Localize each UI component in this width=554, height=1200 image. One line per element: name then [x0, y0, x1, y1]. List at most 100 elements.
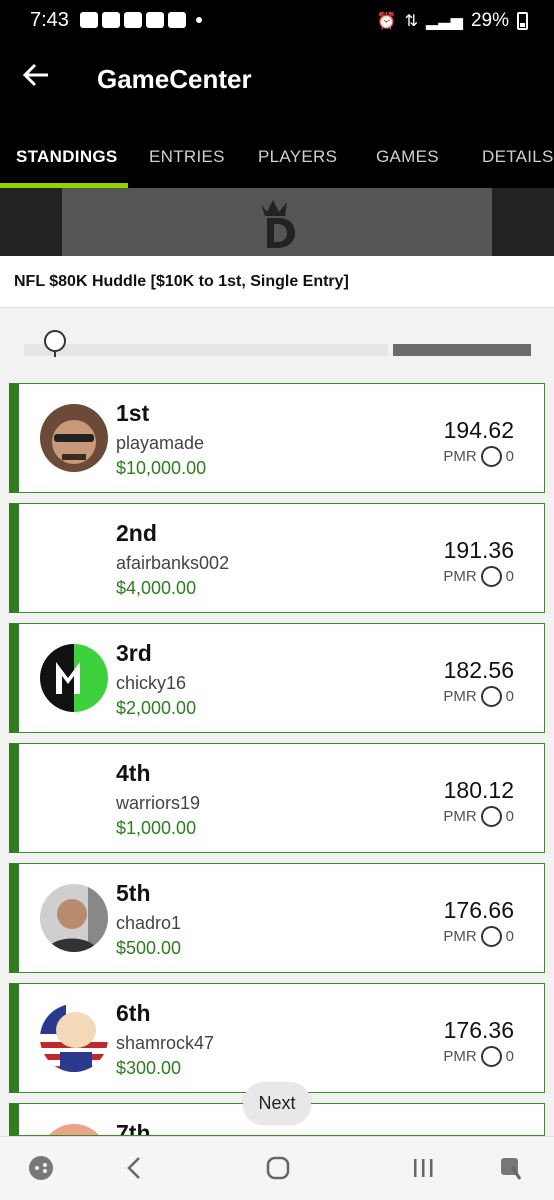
- pmr-value: 0: [505, 688, 514, 705]
- notification-icons: [80, 12, 202, 28]
- contest-name: NFL $80K Huddle [$10K to 1st, Single Ent…: [14, 273, 349, 290]
- fantasy-points: 194.62: [443, 417, 514, 443]
- pmr-indicator: PMR 0: [443, 446, 514, 467]
- username: afairbanks002: [116, 553, 230, 573]
- message-icon: [80, 12, 98, 28]
- standing-row-5[interactable]: 5th chadro1 $500.00 176.66 PMR 0: [9, 863, 545, 973]
- banner-image: [62, 188, 492, 256]
- slider-handle[interactable]: [44, 330, 66, 352]
- pmr-label: PMR: [443, 688, 477, 705]
- facebook-icon: [102, 12, 120, 28]
- rank: 2nd: [116, 520, 157, 546]
- tab-details[interactable]: DETAILS: [482, 147, 554, 167]
- pmr-ring-icon: [480, 446, 502, 467]
- avatar: [40, 1004, 108, 1072]
- fantasy-points: 176.66: [443, 897, 514, 923]
- tab-entries[interactable]: ENTRIES: [149, 147, 225, 167]
- fantasy-points: 182.56: [443, 657, 514, 683]
- pmr-ring-icon: [480, 686, 502, 707]
- pmr-ring-icon: [480, 806, 502, 827]
- pmr-indicator: PMR 0: [443, 686, 514, 707]
- rank: 3rd: [116, 640, 152, 666]
- pmr-ring-icon: [480, 566, 502, 587]
- pmr-ring-icon: [480, 1046, 502, 1067]
- username: chicky16: [116, 673, 187, 693]
- standings-slider[interactable]: [0, 318, 554, 368]
- alarm-icon: ⏰: [376, 13, 397, 30]
- username: playamade: [116, 433, 205, 453]
- back-arrow-icon[interactable]: [22, 60, 62, 100]
- username: shamrock47: [116, 1033, 215, 1053]
- prize-amount: $10,000.00: [116, 458, 207, 478]
- pmr-label: PMR: [443, 928, 477, 945]
- game-launcher-icon[interactable]: [28, 1155, 54, 1185]
- system-nav-bar: [0, 1136, 554, 1200]
- rank: 5th: [116, 880, 151, 906]
- accessibility-icon[interactable]: [498, 1155, 524, 1185]
- data-icon: ⇅: [404, 13, 419, 30]
- tab-players[interactable]: PLAYERS: [258, 147, 337, 167]
- signal-icon: ▂▃▅: [426, 13, 463, 30]
- standing-row-4[interactable]: 4th warriors19 $1,000.00 180.12 PMR 0: [9, 743, 545, 853]
- username: chadro1: [116, 913, 182, 933]
- status-time: 7:43: [30, 9, 69, 31]
- status-right: ⏰ ⇅ ▂▃▅ 29%: [377, 10, 528, 32]
- pmr-value: 0: [505, 1048, 514, 1065]
- slider-track[interactable]: [24, 344, 388, 356]
- tab-games[interactable]: GAMES: [376, 147, 439, 167]
- prize-amount: $500.00: [116, 938, 182, 958]
- standing-row-6[interactable]: 6th shamrock47 $300.00 176.36 PMR 0: [9, 983, 545, 1093]
- fantasy-points: 180.12: [443, 777, 514, 803]
- tab-bar: STANDINGS ENTRIES PLAYERS GAMES DETAILS: [0, 124, 554, 188]
- pmr-indicator: PMR 0: [443, 566, 514, 587]
- pmr-label: PMR: [443, 808, 477, 825]
- status-bar: 7:43 ⏰ ⇅ ▂▃▅ 29%: [0, 0, 554, 44]
- rank: 6th: [116, 1000, 151, 1026]
- rank: 1st: [116, 400, 150, 426]
- youtube-icon: [146, 12, 164, 28]
- tab-standings[interactable]: STANDINGS: [16, 147, 118, 167]
- app-bar: GameCenter: [0, 44, 554, 124]
- standing-row-1[interactable]: 1st playamade $10,000.00 194.62 PMR 0: [9, 383, 545, 493]
- battery-icon: [517, 12, 528, 30]
- rank: 4th: [116, 760, 151, 786]
- page-title: GameCenter: [97, 64, 252, 94]
- avatar: [40, 404, 108, 472]
- pmr-label: PMR: [443, 448, 477, 465]
- more-notifications-icon: [196, 17, 202, 23]
- rank: 7th: [116, 1120, 151, 1136]
- pmr-indicator: PMR 0: [443, 806, 514, 827]
- prize-amount: $2,000.00: [116, 698, 197, 718]
- pmr-value: 0: [505, 448, 514, 465]
- youtube-icon: [168, 12, 186, 28]
- pmr-indicator: PMR 0: [443, 1046, 514, 1067]
- fantasy-points: 191.36: [443, 537, 514, 563]
- back-nav-icon[interactable]: [124, 1155, 144, 1185]
- avatar: [40, 644, 108, 712]
- pmr-value: 0: [505, 808, 514, 825]
- home-nav-icon[interactable]: [265, 1155, 291, 1185]
- pmr-value: 0: [505, 568, 514, 585]
- prize-amount: $1,000.00: [116, 818, 197, 838]
- fantasy-points: 176.36: [443, 1017, 514, 1043]
- recent-apps-icon[interactable]: [410, 1155, 436, 1185]
- prize-amount: $300.00: [116, 1058, 182, 1078]
- draftkings-logo-icon: [261, 200, 295, 248]
- next-button[interactable]: Next: [243, 1082, 311, 1124]
- slider-track-end: [393, 344, 531, 356]
- avatar: [40, 1124, 108, 1135]
- standing-row-3[interactable]: 3rd chicky16 $2,000.00 182.56 PMR 0: [9, 623, 545, 733]
- battery-percent: 29%: [470, 10, 509, 31]
- pmr-label: PMR: [443, 1048, 477, 1065]
- contest-banner: [0, 188, 554, 256]
- prize-amount: $4,000.00: [116, 578, 197, 598]
- pmr-ring-icon: [480, 926, 502, 947]
- contest-header: NFL $80K Huddle [$10K to 1st, Single Ent…: [0, 256, 554, 308]
- pmr-label: PMR: [443, 568, 477, 585]
- username: warriors19: [116, 793, 201, 813]
- youtube-icon: [124, 12, 142, 28]
- standing-row-2[interactable]: 2nd afairbanks002 $4,000.00 191.36 PMR 0: [9, 503, 545, 613]
- pmr-value: 0: [505, 928, 514, 945]
- avatar: [40, 884, 108, 952]
- pmr-indicator: PMR 0: [443, 926, 514, 947]
